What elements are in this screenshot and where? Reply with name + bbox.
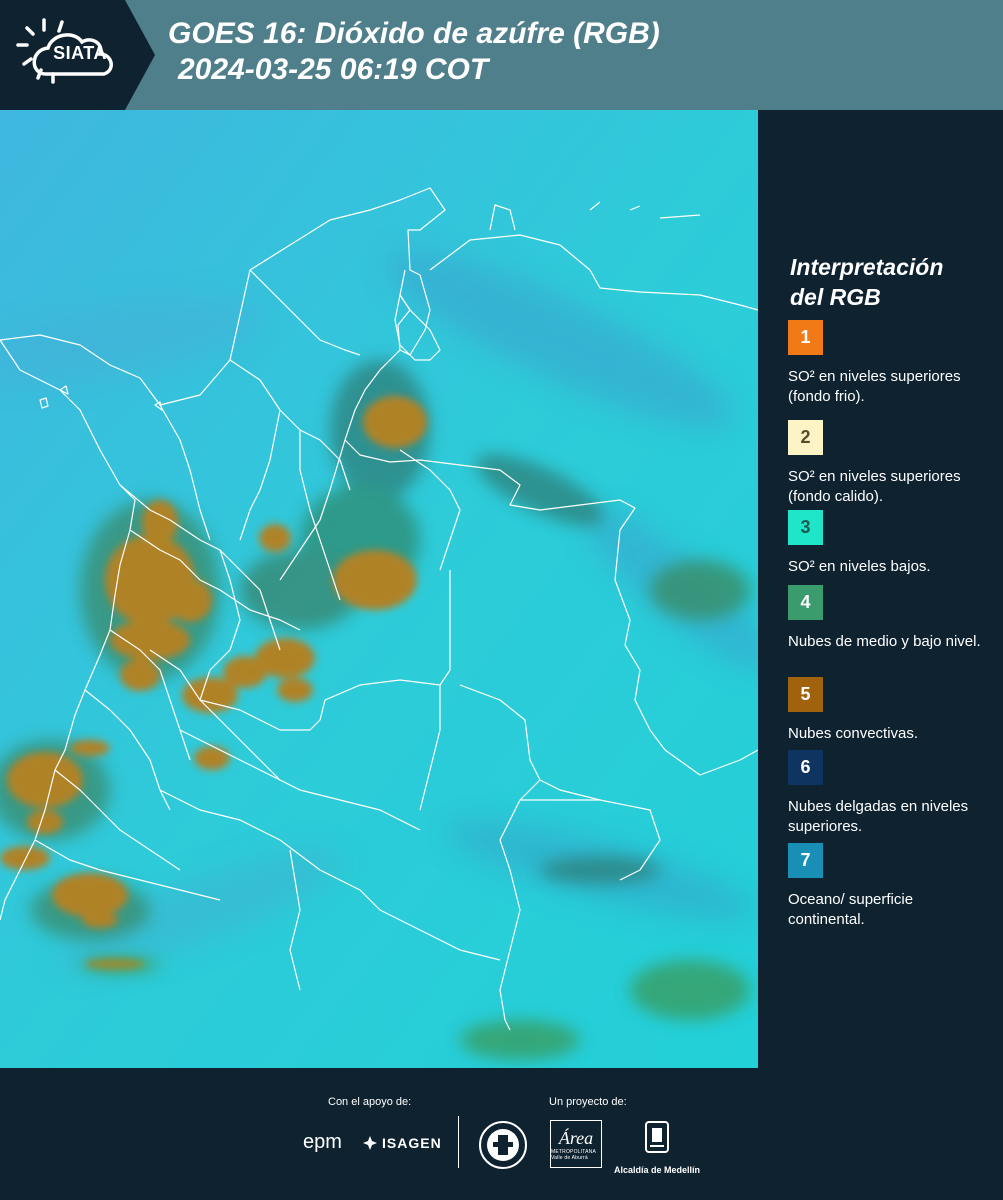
alcaldia-text: Alcaldía de Medellín [613, 1165, 701, 1175]
footer-sponsors: Con el apoyo de: Un proyecto de: epm ISA… [0, 1068, 1003, 1200]
project-label: Un proyecto de: [549, 1096, 627, 1108]
satellite-map [0, 110, 758, 1070]
coat-of-arms-icon [645, 1121, 669, 1153]
legend-item-3: 3 SO² en niveles bajos. [788, 510, 988, 577]
footer-divider [458, 1116, 459, 1168]
legend-label: Nubes de medio y bajo nivel. [788, 633, 981, 650]
legend-label: SO² en niveles superiores (fondo calido)… [788, 468, 961, 505]
siata-logo: SIATA [0, 0, 158, 110]
legend-panel: Interpretación del RGB 1 SO² en niveles … [760, 110, 1003, 1068]
satellite-imagery [0, 110, 758, 1070]
legend-title-line2: del RGB [790, 284, 881, 310]
title-timestamp: 2024-03-25 06:19 COT [178, 53, 489, 86]
legend-swatch: 5 [788, 677, 823, 712]
isagen-logo: ISAGEN [362, 1133, 442, 1153]
legend-swatch: 7 [788, 843, 823, 878]
legend-swatch: 3 [788, 510, 823, 545]
legend-item-2: 2 SO² en niveles superiores (fondo calid… [788, 420, 988, 507]
legend-label: Nubes delgadas en niveles superiores. [788, 798, 969, 835]
area-metropolitana-logo: Área METROPOLITANA Valle de Aburrá [550, 1120, 602, 1168]
legend-label: SO² en niveles superiores (fondo frio). [788, 368, 961, 405]
legend-swatch: 6 [788, 750, 823, 785]
header-bar: SIATA GOES 16: Dióxido de azúfre (RGB) 2… [0, 0, 1003, 110]
support-label: Con el apoyo de: [328, 1096, 412, 1108]
area-logo-subtext: METROPOLITANA Valle de Aburrá [551, 1148, 596, 1161]
legend-item-6: 6 Nubes delgadas en niveles superiores. [788, 750, 988, 837]
title-product: GOES 16: Dióxido de azúfre (RGB) [168, 17, 660, 50]
legend-label: Nubes convectivas. [788, 725, 919, 742]
legend-swatch: 2 [788, 420, 823, 455]
legend-label: SO² en niveles bajos. [788, 558, 931, 575]
isagen-text: ISAGEN [382, 1135, 442, 1151]
university-seal-icon [479, 1121, 527, 1169]
page-title: GOES 16: Dióxido de azúfre (RGB) 2024-03… [168, 16, 660, 88]
legend-swatch: 1 [788, 320, 823, 355]
legend-label: Oceano/ superficie continental. [788, 891, 914, 928]
epm-logo: epm [303, 1131, 342, 1153]
legend-item-7: 7 Oceano/ superficie continental. [788, 843, 988, 930]
isagen-mark-icon [363, 1136, 377, 1150]
area-logo-text: Área [558, 1127, 594, 1148]
logo-text: SIATA [53, 43, 107, 63]
legend-swatch: 4 [788, 585, 823, 620]
legend-title-line1: Interpretación [790, 254, 944, 280]
legend-item-4: 4 Nubes de medio y bajo nivel. [788, 585, 988, 652]
legend-item-5: 5 Nubes convectivas. [788, 677, 988, 744]
legend-item-1: 1 SO² en niveles superiores (fondo frio)… [788, 320, 988, 407]
alcaldia-medellin-logo: Alcaldía de Medellín [612, 1120, 702, 1175]
legend-title: Interpretación del RGB [790, 252, 943, 312]
